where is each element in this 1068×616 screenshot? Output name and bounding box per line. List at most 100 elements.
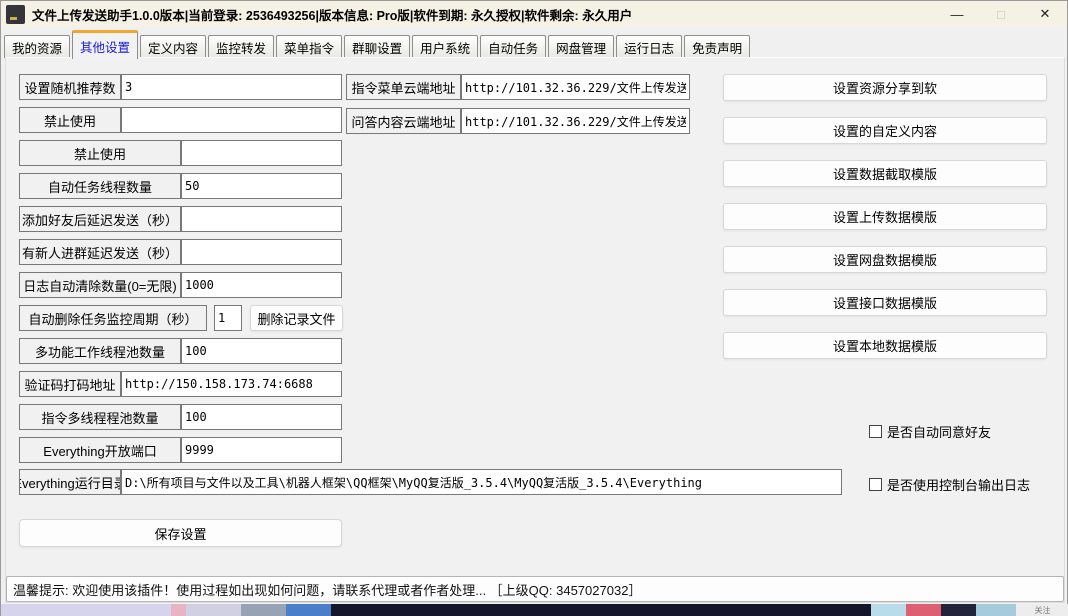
- background-strip-segment: [286, 604, 331, 616]
- field-input[interactable]: [181, 404, 342, 430]
- field-input[interactable]: [121, 371, 342, 397]
- titlebar: 文件上传发送助手1.0.0版本|当前登录: 2536493256|版本信息: P…: [1, 1, 1067, 27]
- settings-template-button[interactable]: 设置上传数据模版: [723, 203, 1047, 230]
- settings-template-button[interactable]: 设置本地数据模版: [723, 332, 1047, 359]
- window-controls: — □ ✕: [935, 1, 1067, 27]
- tab-用户系统[interactable]: 用户系统: [412, 35, 478, 58]
- form-row: 禁止使用: [19, 107, 359, 133]
- tab-群聊设置[interactable]: 群聊设置: [344, 35, 410, 58]
- checkbox-icon[interactable]: [869, 425, 882, 438]
- everything-directory-row: Everything运行目录: [19, 469, 842, 502]
- window-title: 文件上传发送助手1.0.0版本|当前登录: 2536493256|版本信息: P…: [32, 5, 632, 24]
- tab-定义内容[interactable]: 定义内容: [140, 35, 206, 58]
- field-label: 多功能工作线程池数量: [19, 338, 181, 364]
- checkbox[interactable]: 是否使用控制台输出日志: [869, 475, 1030, 494]
- field-input[interactable]: [181, 206, 342, 232]
- tab-label: 运行日志: [624, 38, 674, 57]
- background-strip-segment: [941, 604, 976, 616]
- template-buttons-panel: 设置资源分享到软设置的自定义内容设置数据截取模版设置上传数据模版设置网盘数据模版…: [723, 74, 1047, 375]
- settings-template-button[interactable]: 设置数据截取模版: [723, 160, 1047, 187]
- field-label: Everything开放端口: [19, 437, 181, 463]
- field-label: 禁止使用: [19, 140, 181, 166]
- background-strip-segment: [241, 604, 286, 616]
- tab-label: 免责声明: [692, 38, 742, 57]
- form-row: Everything开放端口: [19, 437, 359, 463]
- tab-label: 用户系统: [420, 38, 470, 57]
- cloud-address-form: 指令菜单云端地址 问答内容云端地址: [346, 74, 696, 142]
- tab-我的资源[interactable]: 我的资源: [4, 35, 70, 58]
- field-input[interactable]: [181, 338, 342, 364]
- field-label: 日志自动清除数量(0=无限): [19, 272, 181, 298]
- field-label: 验证码打码地址: [19, 371, 121, 397]
- tab-免责声明[interactable]: 免责声明: [684, 35, 750, 58]
- background-strip-segment: [1, 604, 171, 616]
- tab-label: 网盘管理: [556, 38, 606, 57]
- field-input[interactable]: [121, 469, 842, 495]
- settings-template-button[interactable]: 设置接口数据模版: [723, 289, 1047, 316]
- checkbox-label: 是否自动同意好友: [887, 422, 991, 441]
- field-label: 有新人进群延迟发送（秒）: [19, 239, 181, 265]
- settings-template-button[interactable]: 设置网盘数据模版: [723, 246, 1047, 273]
- field-label: 禁止使用: [19, 107, 121, 133]
- background-strip-segment: [331, 604, 871, 616]
- maximize-button[interactable]: □: [979, 1, 1023, 27]
- tab-label: 其他设置: [80, 37, 130, 56]
- tab-label: 自动任务: [488, 38, 538, 57]
- form-row: 自动任务线程数量: [19, 173, 359, 199]
- field-input[interactable]: [214, 305, 242, 331]
- background-strip-segment: 关注: [1016, 604, 1068, 616]
- tab-监控转发[interactable]: 监控转发: [208, 35, 274, 58]
- field-label: 添加好友后延迟发送（秒）: [19, 206, 181, 232]
- field-input[interactable]: [181, 140, 342, 166]
- tab-label: 群聊设置: [352, 38, 402, 57]
- minimize-button[interactable]: —: [935, 1, 979, 27]
- settings-template-button[interactable]: 设置资源分享到软: [723, 74, 1047, 101]
- field-input[interactable]: [461, 108, 690, 134]
- form-row: 问答内容云端地址: [346, 108, 696, 134]
- delete-record-file-button[interactable]: 删除记录文件: [250, 305, 343, 331]
- field-input[interactable]: [181, 437, 342, 463]
- checkbox[interactable]: 是否自动同意好友: [869, 422, 991, 441]
- field-label: 指令多线程程池数量: [19, 404, 181, 430]
- close-icon: ✕: [1040, 6, 1051, 22]
- form-row: 添加好友后延迟发送（秒）: [19, 206, 359, 232]
- tab-菜单指令[interactable]: 菜单指令: [276, 35, 342, 58]
- field-input[interactable]: [181, 239, 342, 265]
- tab-其他设置[interactable]: 其他设置: [72, 30, 138, 59]
- tab-自动任务[interactable]: 自动任务: [480, 35, 546, 58]
- status-text: 温馨提示: 欢迎使用该插件！使用过程如出现如何问题，请联系代理或者作者处理...…: [13, 580, 641, 599]
- form-row: 设置随机推荐数: [19, 74, 359, 100]
- field-input[interactable]: [461, 74, 690, 100]
- field-label: 自动任务线程数量: [19, 173, 181, 199]
- minimize-icon: —: [951, 7, 964, 22]
- background-strip-segment: [976, 604, 1016, 616]
- tab-网盘管理[interactable]: 网盘管理: [548, 35, 614, 58]
- close-button[interactable]: ✕: [1023, 1, 1067, 27]
- status-bar: 温馨提示: 欢迎使用该插件！使用过程如出现如何问题，请联系代理或者作者处理...…: [6, 576, 1064, 602]
- field-input[interactable]: [121, 74, 342, 100]
- tab-运行日志[interactable]: 运行日志: [616, 35, 682, 58]
- field-input[interactable]: [181, 173, 342, 199]
- tab-label: 我的资源: [12, 38, 62, 57]
- checkbox-label: 是否使用控制台输出日志: [887, 475, 1030, 494]
- save-settings-button[interactable]: 保存设置: [19, 519, 342, 547]
- background-strip-segment: [871, 604, 906, 616]
- background-strip-segment: [171, 604, 186, 616]
- field-label: 指令菜单云端地址: [346, 74, 461, 100]
- checkbox-icon[interactable]: [869, 478, 882, 491]
- field-input[interactable]: [121, 107, 342, 133]
- field-label: 自动删除任务监控周期（秒）: [19, 305, 207, 331]
- settings-template-button[interactable]: 设置的自定义内容: [723, 117, 1047, 144]
- field-input[interactable]: [181, 272, 342, 298]
- app-icon: [6, 5, 25, 24]
- field-label: 设置随机推荐数: [19, 74, 121, 100]
- background-strip-segment: [186, 604, 241, 616]
- form-row: Everything运行目录: [19, 469, 842, 495]
- form-row: 日志自动清除数量(0=无限): [19, 272, 359, 298]
- maximize-icon: □: [997, 7, 1005, 22]
- tab-label: 菜单指令: [284, 38, 334, 57]
- app-window: 文件上传发送助手1.0.0版本|当前登录: 2536493256|版本信息: P…: [0, 0, 1068, 616]
- field-label: 问答内容云端地址: [346, 108, 461, 134]
- form-row: 多功能工作线程池数量: [19, 338, 359, 364]
- field-label: Everything运行目录: [19, 469, 121, 495]
